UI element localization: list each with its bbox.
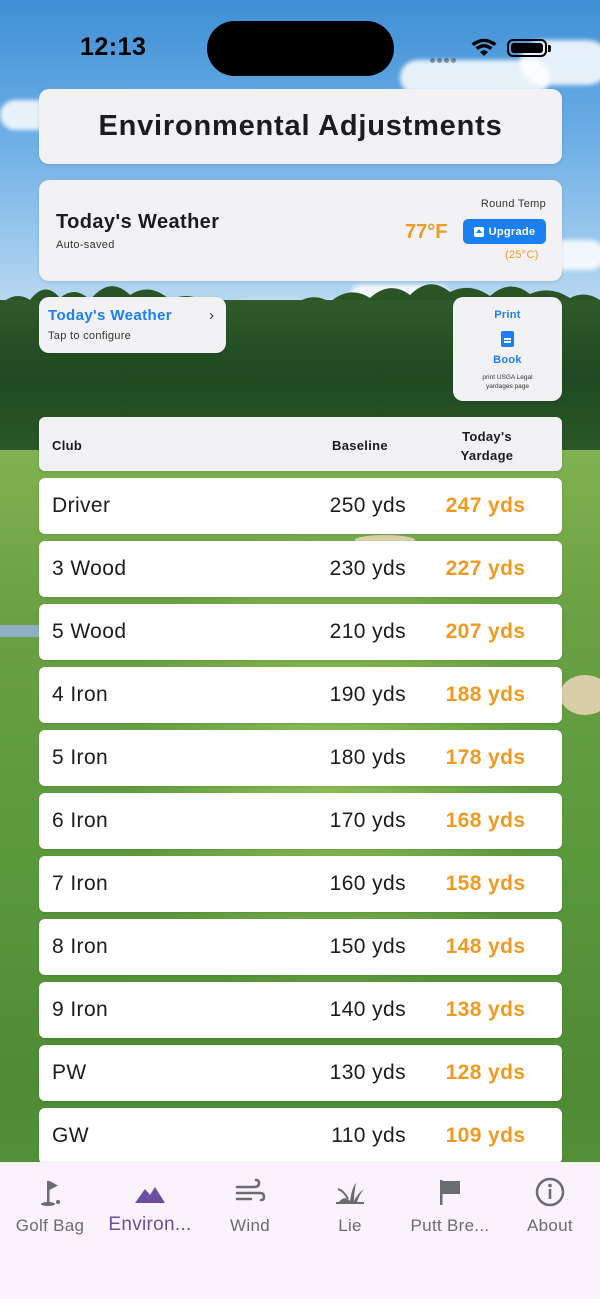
column-header-baseline: Baseline (332, 438, 388, 453)
baseline-yardage: 180 yds (329, 746, 406, 769)
today-yardage: 109 yds (445, 1124, 526, 1147)
today-yardage: 138 yds (445, 998, 526, 1021)
today-yardage: 158 yds (445, 872, 526, 895)
weather-title: Today's Weather (56, 211, 220, 233)
club-name: GW (52, 1124, 89, 1147)
table-row[interactable]: 8 Iron 150 yds 148 yds (39, 919, 562, 975)
info-icon (535, 1177, 565, 1207)
baseline-yardage: 250 yds (329, 494, 406, 517)
status-bar: 12:13 (0, 0, 600, 90)
chevron-right-icon: › (209, 307, 214, 324)
tab-wind[interactable]: Wind (200, 1163, 300, 1253)
configure-subtitle: Tap to configure (48, 330, 132, 342)
tab-label: Environ... (108, 1214, 192, 1235)
table-row[interactable]: 5 Wood 210 yds 207 yds (39, 604, 562, 660)
table-row[interactable]: 9 Iron 140 yds 138 yds (39, 982, 562, 1038)
tab-putt-break[interactable]: Putt Bre... (400, 1163, 500, 1253)
grass-icon (336, 1183, 364, 1204)
wifi-icon (471, 38, 497, 56)
table-row[interactable]: 6 Iron 170 yds 168 yds (39, 793, 562, 849)
today-yardage: 247 yds (445, 494, 526, 517)
book-label: Book (493, 354, 522, 366)
table-row[interactable]: 5 Iron 180 yds 178 yds (39, 730, 562, 786)
battery-icon (507, 39, 551, 57)
club-name: 5 Wood (52, 620, 127, 643)
print-book-button[interactable]: Print Book print USGA Legal yardages pag… (453, 297, 562, 401)
wind-icon (235, 1178, 266, 1202)
baseline-yardage: 110 yds (331, 1124, 406, 1147)
tab-label: Lie (338, 1216, 362, 1235)
today-yardage: 227 yds (445, 557, 526, 580)
today-yardage: 178 yds (445, 746, 526, 769)
club-name: 8 Iron (52, 935, 109, 958)
yardage-table-header: Club Baseline Today's Yardage (39, 417, 562, 471)
column-header-club: Club (52, 438, 83, 453)
today-yardage: 188 yds (445, 683, 526, 706)
title-card: Environmental Adjustments (39, 89, 562, 164)
today-yardage: 168 yds (445, 809, 526, 832)
configure-weather-button[interactable]: Today's Weather Tap to configure › (39, 297, 226, 353)
temperature-fahrenheit: 77°F (405, 221, 448, 243)
baseline-yardage: 170 yds (329, 809, 406, 832)
dynamic-island (207, 21, 394, 76)
baseline-yardage: 150 yds (329, 935, 406, 958)
upgrade-label: Upgrade (488, 225, 536, 238)
today-yardage: 207 yds (445, 620, 526, 643)
today-yardage: 128 yds (445, 1061, 526, 1084)
status-time: 12:13 (80, 33, 147, 61)
baseline-yardage: 190 yds (329, 683, 406, 706)
table-row[interactable]: PW 130 yds 128 yds (39, 1045, 562, 1101)
club-name: 9 Iron (52, 998, 109, 1021)
tab-golf-bag[interactable]: Golf Bag (0, 1163, 100, 1253)
club-name: 7 Iron (52, 872, 109, 895)
temperature-celsius: (25°C) (505, 249, 539, 261)
club-name: PW (52, 1061, 87, 1084)
club-name: Driver (52, 494, 111, 517)
upgrade-button[interactable]: Upgrade (463, 219, 546, 244)
tab-label: Golf Bag (15, 1216, 85, 1235)
today-yardage: 148 yds (445, 935, 526, 958)
tab-bar: Golf Bag Environ... Wind Lie Putt Bre... (0, 1162, 600, 1299)
table-row[interactable]: 4 Iron 190 yds 188 yds (39, 667, 562, 723)
baseline-yardage: 140 yds (329, 998, 406, 1021)
round-temp-label: Round Temp (480, 198, 546, 210)
tab-label: Wind (230, 1216, 270, 1235)
table-row[interactable]: Driver 250 yds 247 yds (39, 478, 562, 534)
flag-icon (440, 1180, 460, 1205)
tab-label: Putt Bre... (410, 1216, 490, 1235)
document-icon (501, 331, 514, 347)
baseline-yardage: 210 yds (329, 620, 406, 643)
golf-flag-icon (41, 1181, 60, 1206)
weather-subtitle: Auto-saved (56, 239, 115, 251)
tab-environmental[interactable]: Environ... (100, 1163, 200, 1253)
table-row[interactable]: 3 Wood 230 yds 227 yds (39, 541, 562, 597)
baseline-yardage: 130 yds (329, 1061, 406, 1084)
club-name: 3 Wood (52, 557, 127, 580)
upgrade-icon (473, 226, 484, 237)
weather-summary-card: Today's Weather Auto-saved Round Temp 77… (39, 180, 562, 281)
table-row[interactable]: GW 110 yds 109 yds (39, 1108, 562, 1164)
club-name: 4 Iron (52, 683, 109, 706)
configure-title: Today's Weather (48, 307, 173, 324)
column-header-today: Today's Yardage (460, 429, 514, 463)
tab-label: About (527, 1216, 573, 1235)
page-title: Environmental Adjustments (98, 110, 503, 142)
cellular-signal-icon (430, 50, 462, 63)
club-name: 6 Iron (52, 809, 109, 832)
print-label: Print (494, 309, 521, 321)
mountains-icon (135, 1187, 165, 1203)
tab-about[interactable]: About (500, 1163, 600, 1253)
baseline-yardage: 160 yds (329, 872, 406, 895)
table-row[interactable]: 7 Iron 160 yds 158 yds (39, 856, 562, 912)
tab-lie[interactable]: Lie (300, 1163, 400, 1253)
baseline-yardage: 230 yds (329, 557, 406, 580)
club-name: 5 Iron (52, 746, 109, 769)
print-note: print USGA Legal yardages page (482, 374, 533, 390)
